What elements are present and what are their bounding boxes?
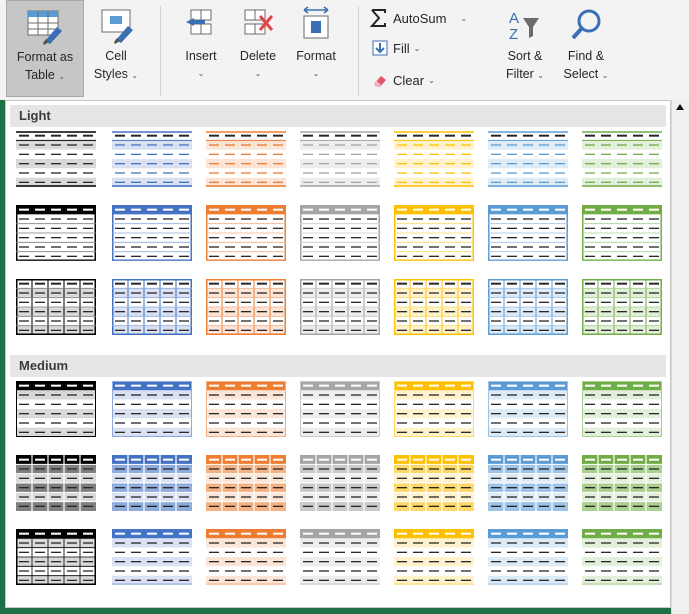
table-style-light-grid-blue[interactable] [112, 279, 194, 339]
scroll-up-icon[interactable] [676, 104, 684, 110]
section-header-medium: Medium [10, 355, 666, 377]
fill-label: Fill [393, 40, 410, 56]
table-style-medium-plain-gray[interactable] [300, 529, 382, 589]
table-style-medium-grid-gold[interactable] [394, 455, 476, 515]
table-style-gallery: Light Medium [5, 100, 671, 608]
sort-filter-icon: A Z [509, 10, 539, 43]
sigma-icon [370, 8, 388, 28]
table-style-medium-header-banded-orange[interactable] [206, 381, 288, 441]
search-icon [571, 9, 601, 40]
find-select-label-line1: Find & [567, 49, 605, 63]
format-label: Format [296, 49, 336, 63]
find-select-label-line2: Select [563, 67, 599, 81]
chevron-down-icon: ⌄ [254, 69, 262, 78]
cell-styles-button[interactable]: Cell Styles ⌄ [86, 0, 146, 97]
home-ribbon: Format as Table ⌄ Cell Styles ⌄ Insert ⌄ [0, 0, 689, 100]
table-style-light-banded-green[interactable] [582, 131, 664, 191]
chevron-down-icon: ⌄ [58, 72, 66, 81]
table-style-medium-plain-gold[interactable] [394, 529, 476, 589]
table-style-medium-grid-green[interactable] [582, 455, 664, 515]
format-as-table-icon [27, 10, 62, 45]
chevron-down-icon: ⌄ [460, 13, 468, 23]
table-style-light-header-border-orange[interactable] [206, 205, 288, 265]
svg-text:Z: Z [509, 26, 518, 43]
chevron-down-icon: ⌄ [197, 69, 205, 78]
table-style-light-grid-green[interactable] [582, 279, 664, 339]
svg-text:A: A [509, 10, 519, 27]
delete-button[interactable]: Delete ⌄ [230, 0, 286, 97]
table-style-light-header-border-gold[interactable] [394, 205, 476, 265]
format-as-table-button[interactable]: Format as Table ⌄ [6, 0, 84, 97]
chevron-down-icon: ⌄ [312, 69, 320, 78]
cell-styles-label-line2: Styles [93, 67, 128, 81]
delete-label: Delete [239, 49, 277, 63]
chevron-down-icon: ⌄ [537, 71, 544, 80]
table-style-medium-plain-lightblue[interactable] [488, 529, 570, 589]
table-style-light-grid-lightblue[interactable] [488, 279, 570, 339]
sort-filter-label-line2: Filter [506, 67, 534, 81]
sort-filter-label-line1: Sort & [507, 49, 543, 63]
table-style-medium-grid-black[interactable] [16, 455, 98, 515]
table-style-medium-grid-orange[interactable] [206, 455, 288, 515]
table-style-medium-header-banded-green[interactable] [582, 381, 664, 441]
delete-cells-icon [244, 9, 274, 35]
section-header-light: Light [10, 105, 666, 127]
table-style-medium-header-banded-blue[interactable] [112, 381, 194, 441]
clear-label: Clear [393, 72, 425, 88]
table-style-light-banded-gray[interactable] [300, 131, 382, 191]
cell-styles-label-line1: Cell [105, 49, 127, 63]
table-style-light-header-border-gray[interactable] [300, 205, 382, 265]
table-style-light-header-border-lightblue[interactable] [488, 205, 570, 265]
cell-styles-icon [101, 9, 133, 44]
table-style-medium-plain-orange[interactable] [206, 529, 288, 589]
gallery-scrollbar[interactable] [671, 100, 689, 614]
chevron-down-icon: ⌄ [413, 43, 421, 53]
table-style-light-grid-gray[interactable] [300, 279, 382, 339]
table-style-medium-header-banded-gray[interactable] [300, 381, 382, 441]
table-style-medium-grid-lightblue[interactable] [488, 455, 570, 515]
table-style-light-header-border-black[interactable] [16, 205, 98, 265]
table-style-light-banded-orange[interactable] [206, 131, 288, 191]
chevron-down-icon: ⌄ [428, 75, 435, 85]
clear-button[interactable]: Clear ⌄ [372, 72, 435, 88]
autosum-button[interactable]: AutoSum ⌄ [370, 8, 467, 28]
window-frame-bottom [0, 607, 689, 614]
chevron-down-icon: ⌄ [601, 71, 609, 80]
table-style-medium-header-banded-lightblue[interactable] [488, 381, 570, 441]
find-select-button[interactable]: Find & Select ⌄ [556, 0, 616, 97]
format-button[interactable]: Format ⌄ [288, 0, 344, 97]
table-style-medium-plain-green[interactable] [582, 529, 664, 589]
table-style-light-banded-blue[interactable] [112, 131, 194, 191]
table-style-light-banded-gold[interactable] [394, 131, 476, 191]
table-style-medium-plain-blue[interactable] [112, 529, 194, 589]
insert-cells-icon [186, 9, 212, 35]
table-style-light-grid-black[interactable] [16, 279, 98, 339]
eraser-icon [372, 72, 388, 88]
ribbon-separator [160, 6, 161, 96]
table-style-medium-grid-blue[interactable] [112, 455, 194, 515]
table-style-medium-header-banded-black[interactable] [16, 381, 98, 441]
table-style-medium-plain-black[interactable] [16, 529, 98, 589]
format-as-table-label-line1: Format as [16, 50, 74, 64]
chevron-down-icon: ⌄ [131, 71, 139, 80]
table-style-light-banded-lightblue[interactable] [488, 131, 570, 191]
table-style-light-header-border-green[interactable] [582, 205, 664, 265]
format-cells-icon [303, 6, 329, 39]
insert-button[interactable]: Insert ⌄ [174, 0, 228, 97]
sort-filter-button[interactable]: A Z Sort & Filter ⌄ [496, 0, 554, 97]
ribbon-separator [358, 6, 359, 96]
table-style-medium-header-banded-gold[interactable] [394, 381, 476, 441]
table-style-light-header-border-blue[interactable] [112, 205, 194, 265]
fill-button[interactable]: Fill ⌄ [372, 40, 420, 56]
table-style-light-grid-gold[interactable] [394, 279, 476, 339]
format-as-table-label-line2: Table [24, 68, 55, 82]
table-style-light-grid-orange[interactable] [206, 279, 288, 339]
autosum-label: AutoSum [393, 10, 447, 26]
insert-label: Insert [185, 49, 217, 63]
fill-down-icon [372, 40, 388, 56]
table-style-light-banded-black[interactable] [16, 131, 98, 191]
table-style-medium-grid-gray[interactable] [300, 455, 382, 515]
